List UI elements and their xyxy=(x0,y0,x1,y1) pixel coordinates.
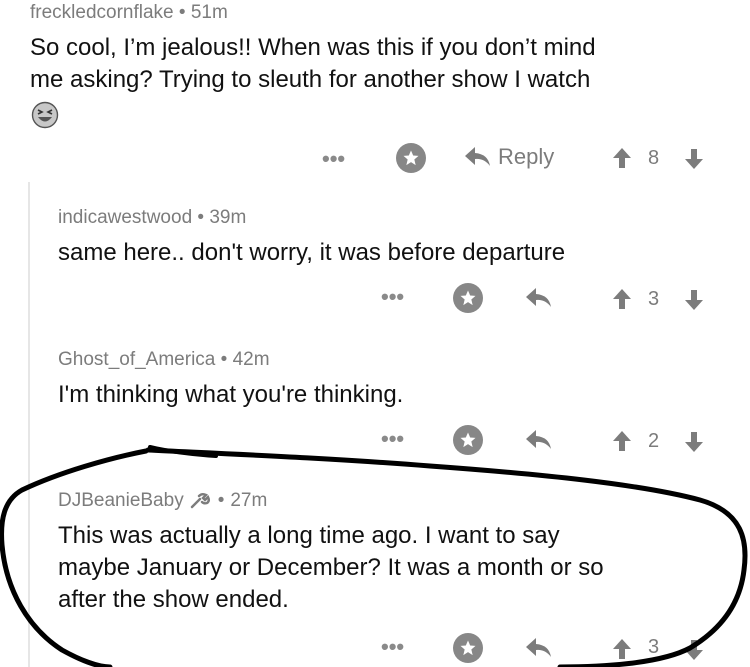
reply-button[interactable]: Reply xyxy=(464,144,554,170)
upvote-arrow-icon[interactable] xyxy=(612,638,632,660)
thread-indent-line xyxy=(28,182,30,667)
comment-indicawestwood: indicawestwood • 39m same here.. don't w… xyxy=(58,207,738,269)
comment-author[interactable]: indicawestwood xyxy=(58,207,192,228)
comment-body: I'm thinking what you're thinking. xyxy=(58,379,738,411)
comment-meta: freckledcornflake • 51m xyxy=(30,2,730,24)
save-star-icon[interactable] xyxy=(453,283,483,313)
comment-freckledcornflake: freckledcornflake • 51m So cool, I’m jea… xyxy=(30,0,730,96)
comment-time: 39m xyxy=(209,207,247,228)
comment-author[interactable]: Ghost_of_America xyxy=(58,349,215,370)
comment-body-line: This was actually a long time ago. I wan… xyxy=(58,522,560,549)
comment-meta: indicawestwood • 39m xyxy=(58,207,738,229)
comment-author[interactable]: freckledcornflake xyxy=(30,2,174,23)
downvote-arrow-icon[interactable] xyxy=(684,289,704,311)
reply-label: Reply xyxy=(498,144,555,169)
comment-djbeaniebaby: DJBeanieBaby • 27m This was actually a l… xyxy=(58,490,738,616)
comment-body-line: after the show ended. xyxy=(58,586,289,613)
vote-score: 8 xyxy=(648,147,660,169)
more-options-button[interactable]: ••• xyxy=(322,146,345,172)
upvote-arrow-icon[interactable] xyxy=(612,288,632,310)
meta-separator: • xyxy=(220,349,228,370)
vote-score: 2 xyxy=(648,430,660,452)
meta-separator: • xyxy=(197,207,205,228)
laughing-face-emoji xyxy=(31,101,59,129)
more-options-button[interactable]: ••• xyxy=(381,284,404,310)
reply-arrow-icon[interactable] xyxy=(525,636,553,660)
vote-score: 3 xyxy=(648,288,660,310)
comment-body-line: I'm thinking what you're thinking. xyxy=(58,381,404,408)
comment-body-line: me asking? Trying to sleuth for another … xyxy=(30,66,591,93)
downvote-arrow-icon[interactable] xyxy=(684,148,704,170)
vote-score: 3 xyxy=(648,636,660,658)
comment-time: 42m xyxy=(232,349,270,370)
comment-body-line: maybe January or December? It was a mont… xyxy=(58,554,604,581)
wrench-icon xyxy=(190,493,210,509)
reply-arrow-icon[interactable] xyxy=(525,286,553,310)
comment-body: This was actually a long time ago. I wan… xyxy=(58,520,738,616)
downvote-arrow-icon[interactable] xyxy=(684,431,704,453)
meta-separator: • xyxy=(178,2,186,23)
comment-time: 51m xyxy=(190,2,228,23)
comment-body: same here.. don't worry, it was before d… xyxy=(58,237,738,269)
more-options-button[interactable]: ••• xyxy=(381,426,404,452)
reply-arrow-icon xyxy=(465,147,490,166)
save-star-icon[interactable] xyxy=(396,143,426,173)
comment-meta: Ghost_of_America • 42m xyxy=(58,349,738,371)
meta-separator: • xyxy=(217,490,225,511)
comment-meta: DJBeanieBaby • 27m xyxy=(58,490,738,512)
comment-body-line: So cool, I’m jealous!! When was this if … xyxy=(30,34,596,61)
downvote-arrow-icon[interactable] xyxy=(684,639,704,661)
comment-time: 27m xyxy=(230,490,268,511)
upvote-arrow-icon[interactable] xyxy=(612,430,632,452)
more-options-button[interactable]: ••• xyxy=(381,634,404,660)
comment-body: So cool, I’m jealous!! When was this if … xyxy=(30,32,730,96)
upvote-arrow-icon[interactable] xyxy=(612,147,632,169)
comment-author[interactable]: DJBeanieBaby xyxy=(58,490,184,512)
comment-body-line: same here.. don't worry, it was before d… xyxy=(58,239,566,266)
save-star-icon[interactable] xyxy=(453,425,483,455)
reply-arrow-icon[interactable] xyxy=(525,428,553,452)
save-star-icon[interactable] xyxy=(453,633,483,663)
comment-ghost-of-america: Ghost_of_America • 42m I'm thinking what… xyxy=(58,349,738,411)
